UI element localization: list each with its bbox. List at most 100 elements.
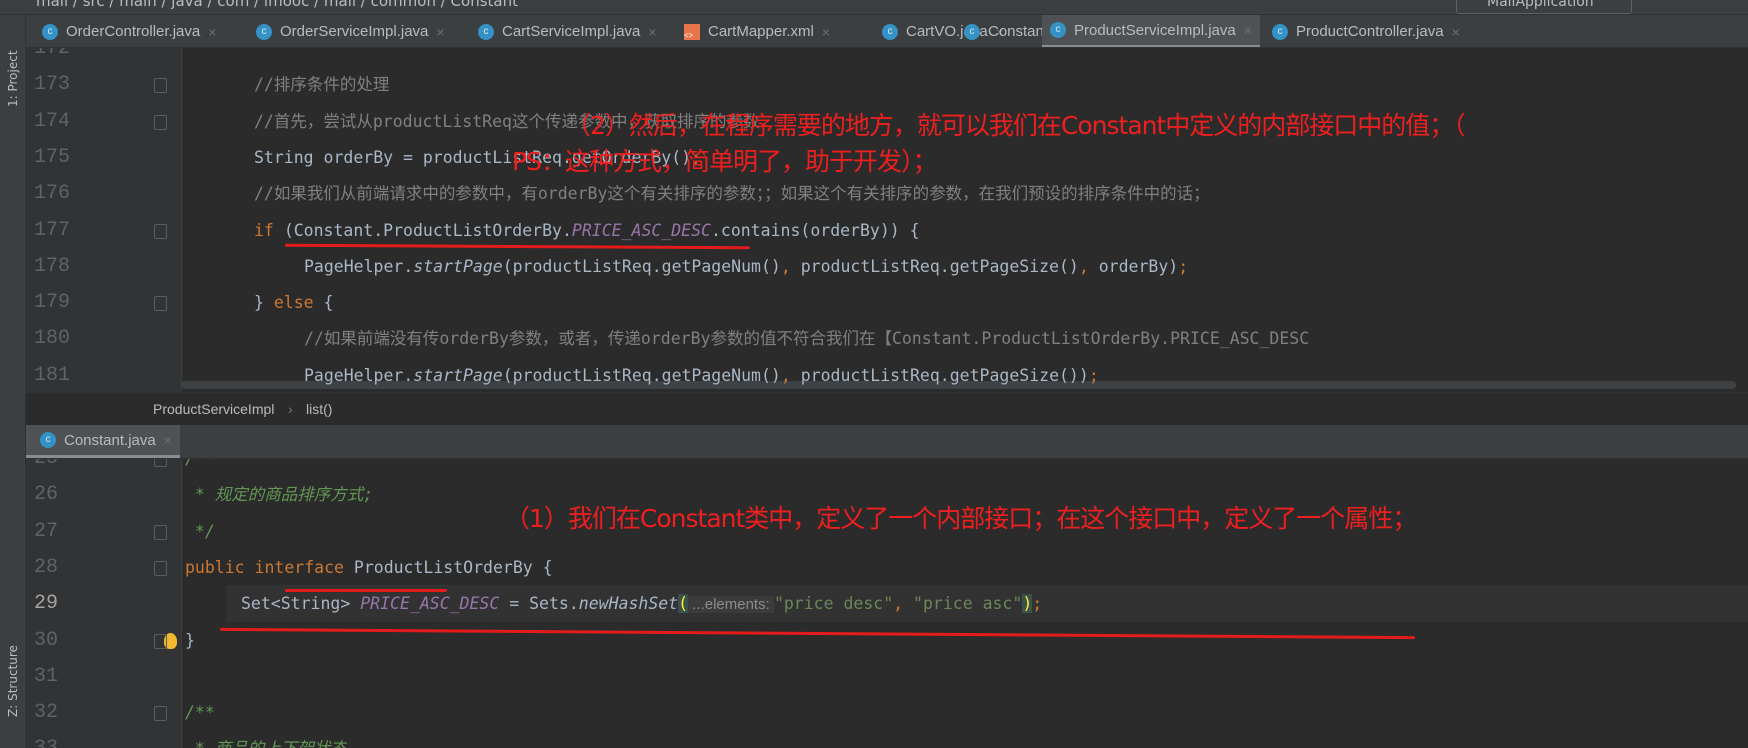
fold-marker-icon[interactable]: [154, 459, 167, 467]
code-line[interactable]: * 商品的上下架状态: [185, 731, 347, 748]
tab-label: OrderServiceImpl.java: [280, 23, 429, 40]
annotation-note-2-line-2: PS：这种方式，简单明了，助于开发）；: [512, 147, 937, 176]
tab-cartmapper-xml[interactable]: CartMapper.xml ×: [676, 15, 838, 47]
line-number: 31: [34, 664, 59, 688]
fold-marker-icon[interactable]: [154, 296, 167, 312]
tab-cartserviceimpl-java[interactable]: c CartServiceImpl.java ×: [470, 15, 665, 47]
bottom-editor-tab-bar: c Constant.java ×: [26, 425, 1748, 459]
line-number: 181: [34, 363, 71, 387]
code-token: /**: [185, 459, 215, 468]
line-number: 28: [34, 555, 59, 579]
fold-marker-icon[interactable]: [154, 560, 167, 576]
code-token: */: [185, 521, 215, 541]
line-number: 32: [34, 701, 59, 725]
close-icon[interactable]: ×: [1244, 22, 1252, 38]
code-token: (productListReq.getPageNum(): [502, 256, 781, 276]
code-line[interactable]: PageHelper.startPage(productListReq.getP…: [304, 358, 1099, 392]
code-line[interactable]: */: [185, 514, 215, 550]
code-token: ,: [893, 594, 914, 614]
navigation-breadcrumb[interactable]: mall / src / main / java / com / imooc /…: [36, 0, 518, 10]
navigation-bar: mall / src / main / java / com / imooc /…: [0, 0, 1748, 15]
annotation-note-2-line-1: （2）然后，在程序需要的地方，就可以我们在Constant中定义的内部接口中的值…: [566, 111, 1466, 140]
line-number: 173: [34, 73, 71, 97]
code-breadcrumb-bar: ProductServiceImpl › list(): [26, 392, 1748, 425]
tab-label: CartMapper.xml: [708, 23, 814, 40]
tab-label: Constant.java: [64, 431, 156, 449]
tab-label: ProductController.java: [1296, 23, 1444, 40]
code-token: "price desc": [773, 594, 894, 614]
code-line[interactable]: public interface ProductListOrderBy {: [185, 550, 553, 586]
code-token: * 商品的上下架状态: [185, 739, 347, 748]
fold-marker-icon[interactable]: [154, 633, 167, 649]
left-tool-strip-bottom: Z: Structure: [0, 392, 26, 748]
line-number: 27: [34, 519, 59, 543]
line-number: 172: [34, 48, 71, 60]
code-token: (: [678, 594, 689, 614]
structure-tool-window-button[interactable]: Z: Structure: [5, 617, 21, 717]
code-token: ProductListOrderBy {: [353, 557, 553, 577]
line-number: 26: [34, 483, 59, 507]
close-icon[interactable]: ×: [648, 24, 656, 40]
tab-productserviceimpl-java[interactable]: c ProductServiceImpl.java ×: [1042, 15, 1260, 47]
parameter-hint: ...elements:: [688, 596, 774, 614]
code-line[interactable]: //如果我们从前端请求中的参数中，有orderBy这个有关排序的参数；；如果这个…: [254, 176, 1210, 212]
fold-marker-icon[interactable]: [154, 706, 167, 722]
code-line[interactable]: } else {: [254, 285, 333, 321]
code-token: = Sets.: [499, 594, 579, 614]
line-number: 177: [34, 218, 71, 242]
line-number: 176: [34, 182, 71, 206]
code-token: PageHelper.: [304, 365, 414, 385]
class-icon: c: [964, 23, 980, 40]
line-number: 25: [34, 459, 94, 472]
run-configuration-select[interactable]: MallApplication: [1456, 0, 1632, 14]
code-line[interactable]: * 规定的商品排序方式;: [185, 477, 373, 513]
code-token: if: [254, 220, 284, 240]
fold-marker-icon[interactable]: [154, 223, 167, 239]
code-line[interactable]: PageHelper.startPage(productListReq.getP…: [304, 249, 1188, 285]
line-number: 29: [34, 592, 59, 616]
tab-label: OrderController.java: [66, 23, 201, 40]
code-token: startPage: [413, 256, 503, 276]
code-line[interactable]: //如果前端没有传orderBy参数，或者，传递orderBy参数的值不符合我们…: [304, 321, 1309, 357]
code-token: //排序条件的处理: [254, 75, 390, 95]
line-number: 178: [34, 254, 71, 278]
line-number: 30: [34, 628, 59, 652]
tab-constant-java[interactable]: c Constant.java ×: [26, 425, 180, 458]
red-underline-interface: [285, 589, 447, 592]
class-icon: c: [256, 23, 272, 40]
code-line[interactable]: if (Constant.ProductListOrderBy.PRICE_AS…: [254, 213, 920, 249]
top-editor[interactable]: 172 173//排序条件的处理 174//首先，尝试从productListReq…: [26, 48, 1748, 392]
code-token: PRICE_ASC_DESC: [571, 220, 711, 240]
code-token: orderBy): [1098, 256, 1179, 276]
code-token: (productListReq.getPageNum(): [502, 365, 781, 385]
tab-productcontroller-java[interactable]: c ProductController.java ×: [1264, 15, 1468, 47]
close-icon[interactable]: ×: [208, 24, 216, 40]
code-line[interactable]: /**: [185, 459, 215, 477]
code-token: "price asc": [913, 594, 1023, 614]
fold-marker-icon[interactable]: [154, 78, 167, 94]
fold-marker-icon[interactable]: [154, 524, 167, 540]
code-line[interactable]: }: [185, 623, 195, 659]
breadcrumb-method[interactable]: list(): [306, 401, 332, 417]
code-token: }: [185, 630, 195, 650]
code-line[interactable]: //排序条件的处理: [254, 67, 389, 103]
xml-icon: [684, 23, 700, 40]
code-line[interactable]: /**: [185, 695, 215, 731]
tab-ordercontroller-java[interactable]: c OrderController.java ×: [34, 15, 224, 47]
code-token: ,: [1078, 256, 1099, 276]
gutter-divider: [181, 459, 182, 748]
close-icon[interactable]: ×: [164, 432, 172, 448]
tab-orderserviceimpl-java[interactable]: c OrderServiceImpl.java ×: [248, 15, 453, 47]
breadcrumb-class[interactable]: ProductServiceImpl: [153, 401, 274, 417]
tab-label: CartServiceImpl.java: [502, 23, 641, 40]
close-icon[interactable]: ×: [1452, 24, 1460, 40]
project-tool-window-button[interactable]: 1: Project: [5, 27, 21, 107]
class-icon: c: [478, 23, 494, 40]
code-token: PRICE_ASC_DESC: [360, 594, 500, 614]
close-icon[interactable]: ×: [436, 24, 444, 40]
code-token: ;: [1088, 365, 1099, 385]
line-number: 179: [34, 291, 71, 315]
code-token: * 规定的商品排序方式;: [185, 485, 374, 505]
fold-marker-icon[interactable]: [154, 114, 167, 130]
close-icon[interactable]: ×: [822, 24, 830, 40]
